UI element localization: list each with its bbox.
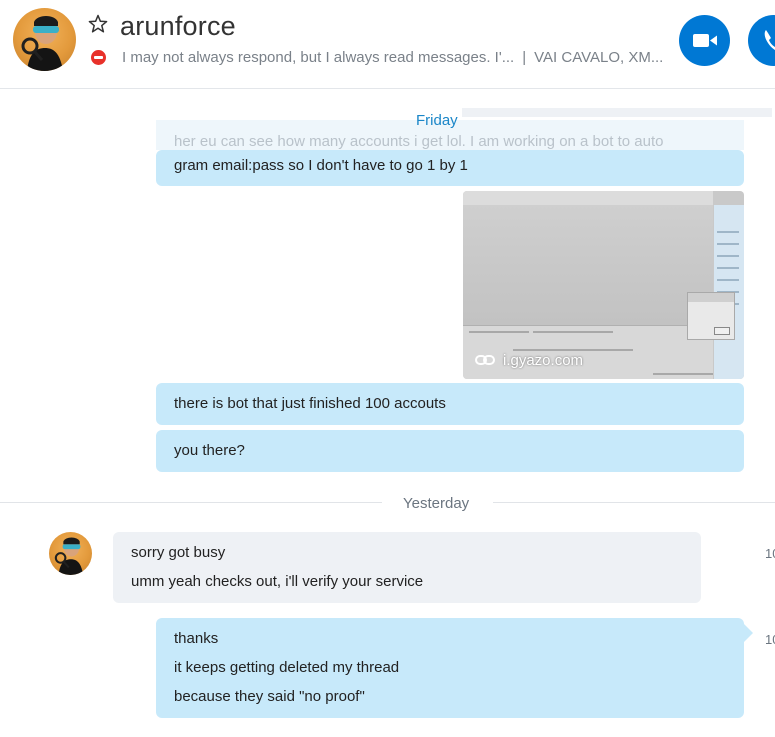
screenshot-line xyxy=(717,231,739,233)
message-text: gram email:pass so I don't have to go 1 … xyxy=(174,157,468,174)
screenshot-titlebar xyxy=(463,191,713,206)
message-text: there is bot that just finished 100 acco… xyxy=(174,395,446,412)
message-bubble[interactable]: you there? xyxy=(156,430,744,472)
bubble-tail xyxy=(744,624,753,642)
day-divider-line xyxy=(493,502,775,503)
message-bubble[interactable]: gram email:pass so I don't have to go 1 … xyxy=(156,150,744,186)
sender-avatar[interactable] xyxy=(49,532,92,575)
image-source-text: i.gyazo.com xyxy=(503,351,584,369)
message-text: thanks xyxy=(174,630,219,647)
screenshot-line xyxy=(717,267,739,269)
phone-icon xyxy=(764,30,775,50)
image-source-tag[interactable]: i.gyazo.com xyxy=(475,349,583,371)
screenshot-row xyxy=(653,373,713,375)
screenshot-line xyxy=(717,255,739,257)
link-icon xyxy=(475,355,495,365)
do-not-disturb-icon xyxy=(91,50,106,65)
message-bubble-incoming[interactable]: sorry got busy umm yeah checks out, i'll… xyxy=(113,532,701,603)
video-camera-icon xyxy=(693,34,717,47)
screenshot-row xyxy=(533,331,613,333)
contact-name[interactable]: arunforce xyxy=(120,11,236,42)
message-timestamp: 10 xyxy=(765,546,775,561)
message-bubble[interactable]: there is bot that just finished 100 acco… xyxy=(156,383,744,425)
message-text: you there? xyxy=(174,442,245,459)
avatar-figure-icon xyxy=(54,537,84,575)
message-text: sorry got busy xyxy=(131,544,226,561)
screenshot-dialog xyxy=(687,292,735,340)
message-text: because they said "no proof" xyxy=(174,688,365,705)
screenshot-line xyxy=(717,279,739,281)
message-text: umm yeah checks out, i'll verify your se… xyxy=(131,573,424,590)
video-call-button[interactable] xyxy=(679,15,730,66)
mood-message: I may not always respond, but I always r… xyxy=(122,49,515,66)
screenshot-dialog-title xyxy=(688,293,734,302)
header-divider xyxy=(0,88,775,89)
day-divider-line xyxy=(0,502,382,503)
faded-partial-text: her eu can see how many accounts i get l… xyxy=(174,133,664,150)
screenshot-line xyxy=(717,243,739,245)
conversation-header: arunforce I may not always respond, but … xyxy=(0,0,775,88)
contact-mood: I may not always respond, but I always r… xyxy=(122,49,663,66)
location-text: VAI CAVALO, XM... xyxy=(534,49,664,66)
message-text: it keeps getting deleted my thread xyxy=(174,659,400,676)
audio-call-button[interactable] xyxy=(748,15,775,66)
message-bubble[interactable]: thanks it keeps getting deleted my threa… xyxy=(156,618,744,718)
avatar-figure-icon xyxy=(21,16,63,71)
contact-avatar[interactable] xyxy=(13,8,76,71)
star-icon[interactable] xyxy=(88,14,108,34)
faded-message-strip xyxy=(462,108,772,117)
day-divider-friday: Friday xyxy=(416,112,458,129)
day-divider-yesterday: Yesterday xyxy=(403,495,470,512)
message-timestamp: 10 xyxy=(765,632,775,647)
screenshot-dialog-button xyxy=(714,327,730,335)
image-attachment[interactable]: i.gyazo.com xyxy=(463,191,744,379)
mood-separator: | xyxy=(522,49,527,66)
screenshot-main-area xyxy=(463,205,713,325)
screenshot-row xyxy=(469,331,529,333)
